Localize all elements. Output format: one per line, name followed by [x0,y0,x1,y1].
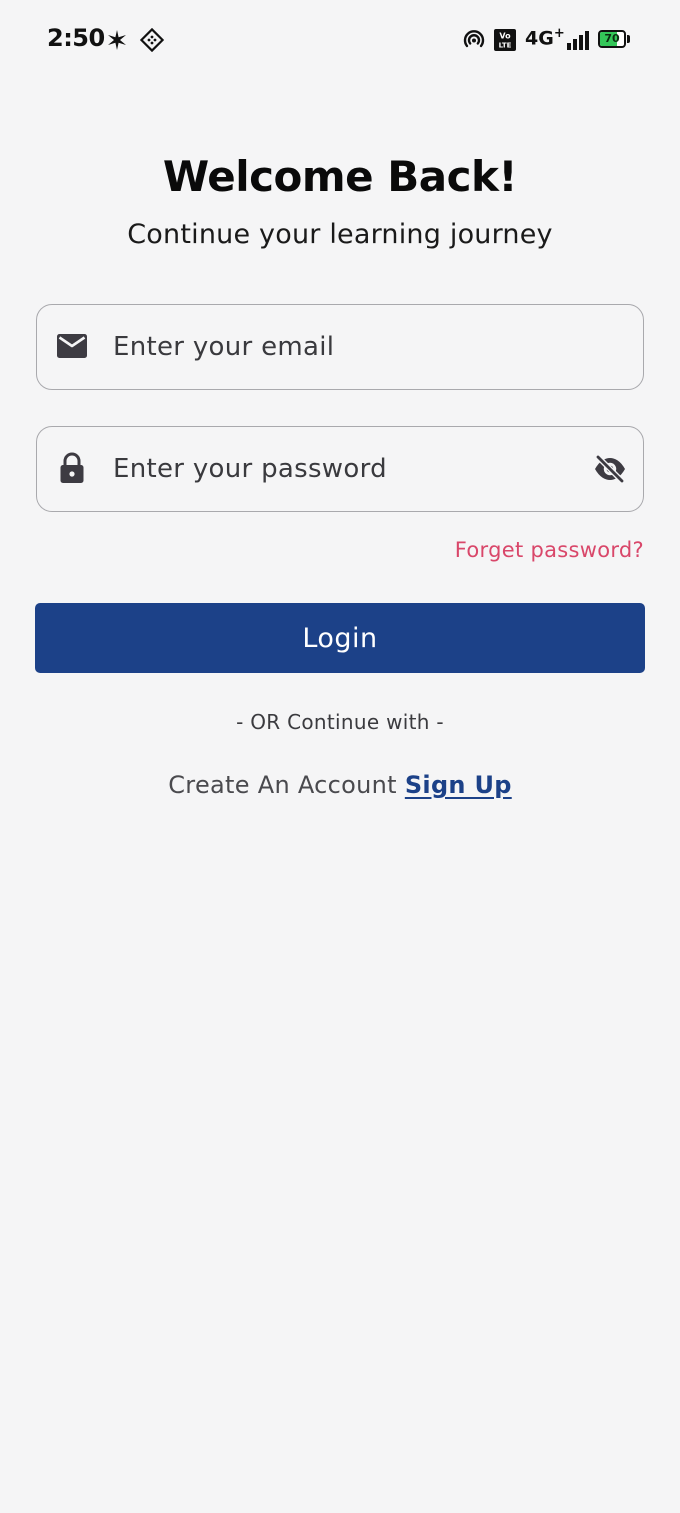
network-type-label: 4G+ [525,26,565,50]
or-continue-divider: - OR Continue with - [236,710,444,734]
email-field[interactable] [36,304,644,390]
hotspot-icon [462,28,486,52]
svg-text:LTE: LTE [499,42,512,50]
signal-icon [566,28,590,52]
page-subtitle: Continue your learning journey [127,219,553,250]
login-button[interactable]: Login [35,603,645,673]
account-prompt: Create An Account [168,771,405,799]
mail-icon [56,330,88,362]
svg-text:Vo: Vo [499,32,511,41]
password-field[interactable] [36,426,644,512]
lock-icon [56,452,88,484]
battery-charging-icon: 70 [598,30,626,48]
diamond-app-icon [140,28,164,52]
signup-row: Create An Account Sign Up [0,771,680,799]
status-time: 2:50 [47,24,105,52]
page-title: Welcome Back! [162,152,518,201]
status-bar: 2:50 Vo LTE 4G+ 70 [0,0,680,80]
battery-cap [627,35,630,43]
eye-off-icon[interactable] [593,452,627,486]
forgot-password-link[interactable]: Forget password? [455,538,644,562]
volte-icon: Vo LTE [493,28,517,52]
password-input[interactable] [113,427,563,510]
battery-level: 70 [604,32,620,45]
sign-up-link[interactable]: Sign Up [405,771,512,799]
email-input[interactable] [113,305,563,388]
sparkle-notification-icon [106,28,128,52]
